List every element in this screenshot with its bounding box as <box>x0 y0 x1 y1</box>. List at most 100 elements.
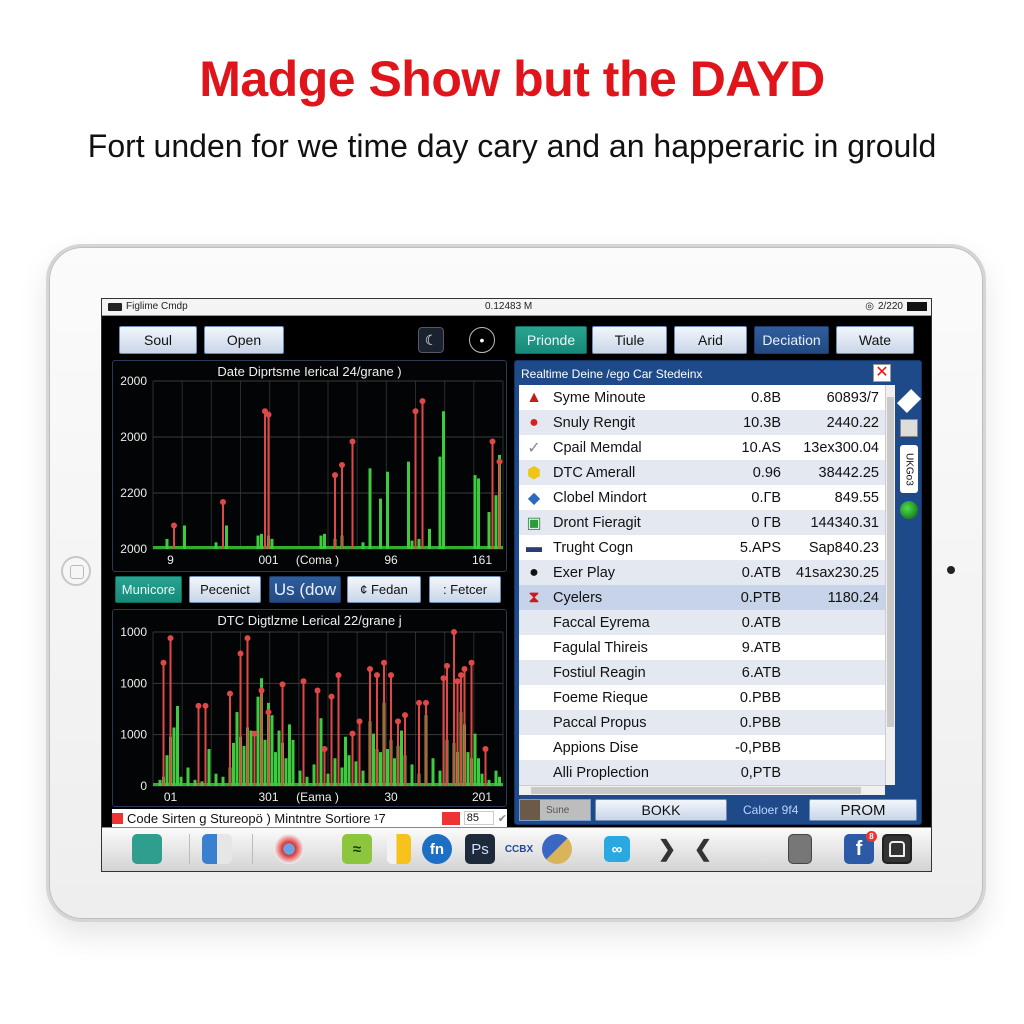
list-item[interactable]: Foeme Rieque 0.PBB <box>519 685 885 710</box>
globe-app-icon[interactable] <box>542 834 572 864</box>
vertical-scrollbar[interactable] <box>885 385 895 785</box>
spike-marker <box>328 693 335 700</box>
list-item[interactable]: Fostiul Reagin 6.ATB <box>519 660 885 685</box>
list-item[interactable]: ● Snuly Rengit 10.3B 2440.22 <box>519 410 885 435</box>
home-button[interactable] <box>61 556 91 586</box>
list-item-name: Appions Dise <box>553 739 639 756</box>
list-item[interactable]: ✓ Cpail Memdal 10.AS 13ex300.04 <box>519 435 885 460</box>
chart-toggle-icon[interactable] <box>441 811 460 825</box>
status-time: 0.12483 M <box>485 301 533 312</box>
tab-tiule[interactable]: Tiule <box>592 326 667 354</box>
files-icon[interactable] <box>387 834 411 864</box>
fn-app-icon[interactable]: fn <box>422 834 452 864</box>
list-item-size: 10.AS <box>741 439 782 456</box>
green-bar <box>347 755 351 786</box>
spike-marker <box>381 659 387 666</box>
green-bar <box>179 776 183 786</box>
close-icon[interactable]: ✕ <box>873 364 891 382</box>
green-bar <box>323 533 326 549</box>
green-bar <box>442 411 445 549</box>
spike-marker <box>195 702 202 709</box>
green-bar <box>477 758 480 786</box>
diamond-nav-icon[interactable] <box>896 388 922 414</box>
spike-marker <box>321 746 328 753</box>
sd-card-icon[interactable] <box>788 834 812 864</box>
horizontal-scrollbar[interactable] <box>519 785 885 795</box>
green-bar <box>431 758 435 786</box>
photoshop-icon[interactable]: Ps <box>465 834 495 864</box>
infinity-app-icon[interactable]: ∞ <box>604 836 630 862</box>
ccbx-icon[interactable]: CCBX <box>502 834 536 864</box>
us-dow-button[interactable]: Us (dow <box>269 576 341 603</box>
list-item[interactable]: Faccal Eyrema 0.ATB <box>519 610 885 635</box>
calendar-icon[interactable] <box>202 834 232 864</box>
chrome-like-icon[interactable] <box>274 834 304 864</box>
list-item-value: 1180.24 <box>827 589 879 606</box>
green-bar <box>319 718 323 786</box>
open-button[interactable]: Open <box>204 326 284 354</box>
spike-marker <box>367 665 373 672</box>
chart-bottom-svg: 1000 1000 1000 0 01 301 (Eama ) 30 201 <box>120 625 504 804</box>
folder-icon[interactable] <box>132 834 162 864</box>
list-item[interactable]: Paccal Propus 0.PBB <box>519 710 885 735</box>
tablet-screen: Figlime Cmdp 0.12483 M ◎ 2/220 Soul Open… <box>101 298 932 872</box>
y-tick-label: 2000 <box>120 430 147 444</box>
headline: Madge Show but the DAYD <box>199 51 825 107</box>
green-bar <box>270 538 274 549</box>
thumbnail-image <box>520 800 540 820</box>
list-item[interactable]: ◆ Clobel Mindort 0.ГB 849.55 <box>519 485 885 510</box>
fetcer-button[interactable]: : Fetcer <box>429 576 501 603</box>
green-bar <box>263 739 267 786</box>
list-item[interactable]: ▣ Dront Fieragit 0 ГB 144340.31 <box>519 510 885 535</box>
bus-app-icon[interactable] <box>882 834 912 864</box>
green-bar <box>438 770 442 786</box>
microphone-icon[interactable]: • <box>469 327 495 353</box>
list-item[interactable]: ⧗ Cyelers 0.PTB 1180.24 <box>519 585 885 610</box>
list-item[interactable]: Alli Proplection 0,PTB <box>519 760 885 785</box>
moon-icon[interactable]: ☾ <box>418 327 444 353</box>
list-item[interactable]: ● Exer Play 0.ATB 41sax230.25 <box>519 560 885 585</box>
green-bar <box>214 773 218 786</box>
baseline-trace <box>153 546 503 549</box>
fedan-button[interactable]: ¢ Fedan <box>347 576 421 603</box>
prom-button[interactable]: PROM <box>809 799 917 821</box>
list-item[interactable]: ⬢ DTC Amerall 0.96 38442.25 <box>519 460 885 485</box>
bokk-button[interactable]: BOKK <box>595 799 727 821</box>
globe-icon[interactable] <box>900 501 918 519</box>
spike-marker <box>412 408 419 415</box>
list-item[interactable]: ▬ Trught Cogn 5.APS Sap840.23 <box>519 535 885 560</box>
green-bar <box>165 538 169 549</box>
list-item-name: Syme Minoute <box>553 389 646 406</box>
image-icon[interactable] <box>900 419 918 437</box>
thumbnail-button[interactable]: Sune <box>519 799 591 821</box>
list-item[interactable]: Appions Dise -0,PBB <box>519 735 885 760</box>
green-bar <box>235 712 239 786</box>
facebook-badge: 8 <box>866 831 877 842</box>
tab-arid[interactable]: Arid <box>674 326 747 354</box>
chevron-left-icon[interactable]: ❮ <box>688 834 718 864</box>
spike-marker <box>335 672 342 679</box>
facebook-icon[interactable]: f 8 <box>844 831 877 864</box>
dock: ≈ fn Ps CCBX ∞ ❯ ❮ f 8 <box>102 827 931 871</box>
list-item[interactable]: ▲ Syme Minoute 0.8B 60893/7 <box>519 385 885 410</box>
list-item-name: Exer Play <box>553 564 616 581</box>
chevron-right-icon[interactable]: ❯ <box>652 834 682 864</box>
tab-prionde[interactable]: Prionde <box>515 326 587 354</box>
municore-button[interactable]: Municore <box>115 576 182 603</box>
list-item-value: 60893/7 <box>826 389 879 406</box>
soul-button[interactable]: Soul <box>119 326 197 354</box>
green-bar <box>410 540 414 549</box>
list-item[interactable]: Fagulal Thireis 9.ATB <box>519 635 885 660</box>
subheadline: Fort unden for we time day cary and an h… <box>87 128 937 164</box>
wifi-app-icon[interactable]: ≈ <box>342 834 372 864</box>
vertical-tab[interactable]: UKGo3 <box>900 445 918 493</box>
tab-wate[interactable]: Wate <box>836 326 914 354</box>
green-bar <box>319 535 323 549</box>
check-shield-icon[interactable]: ✔ <box>498 812 507 825</box>
tab-deciation[interactable]: Deciation <box>754 326 829 354</box>
chart-top-svg: 2000 2000 2200 2000 9 001 (Coma ) 96 161 <box>120 374 504 567</box>
green-bar <box>172 727 176 786</box>
spike-marker <box>300 678 307 685</box>
pecenict-button[interactable]: Pecenict <box>189 576 261 603</box>
dock-separator <box>189 834 190 864</box>
